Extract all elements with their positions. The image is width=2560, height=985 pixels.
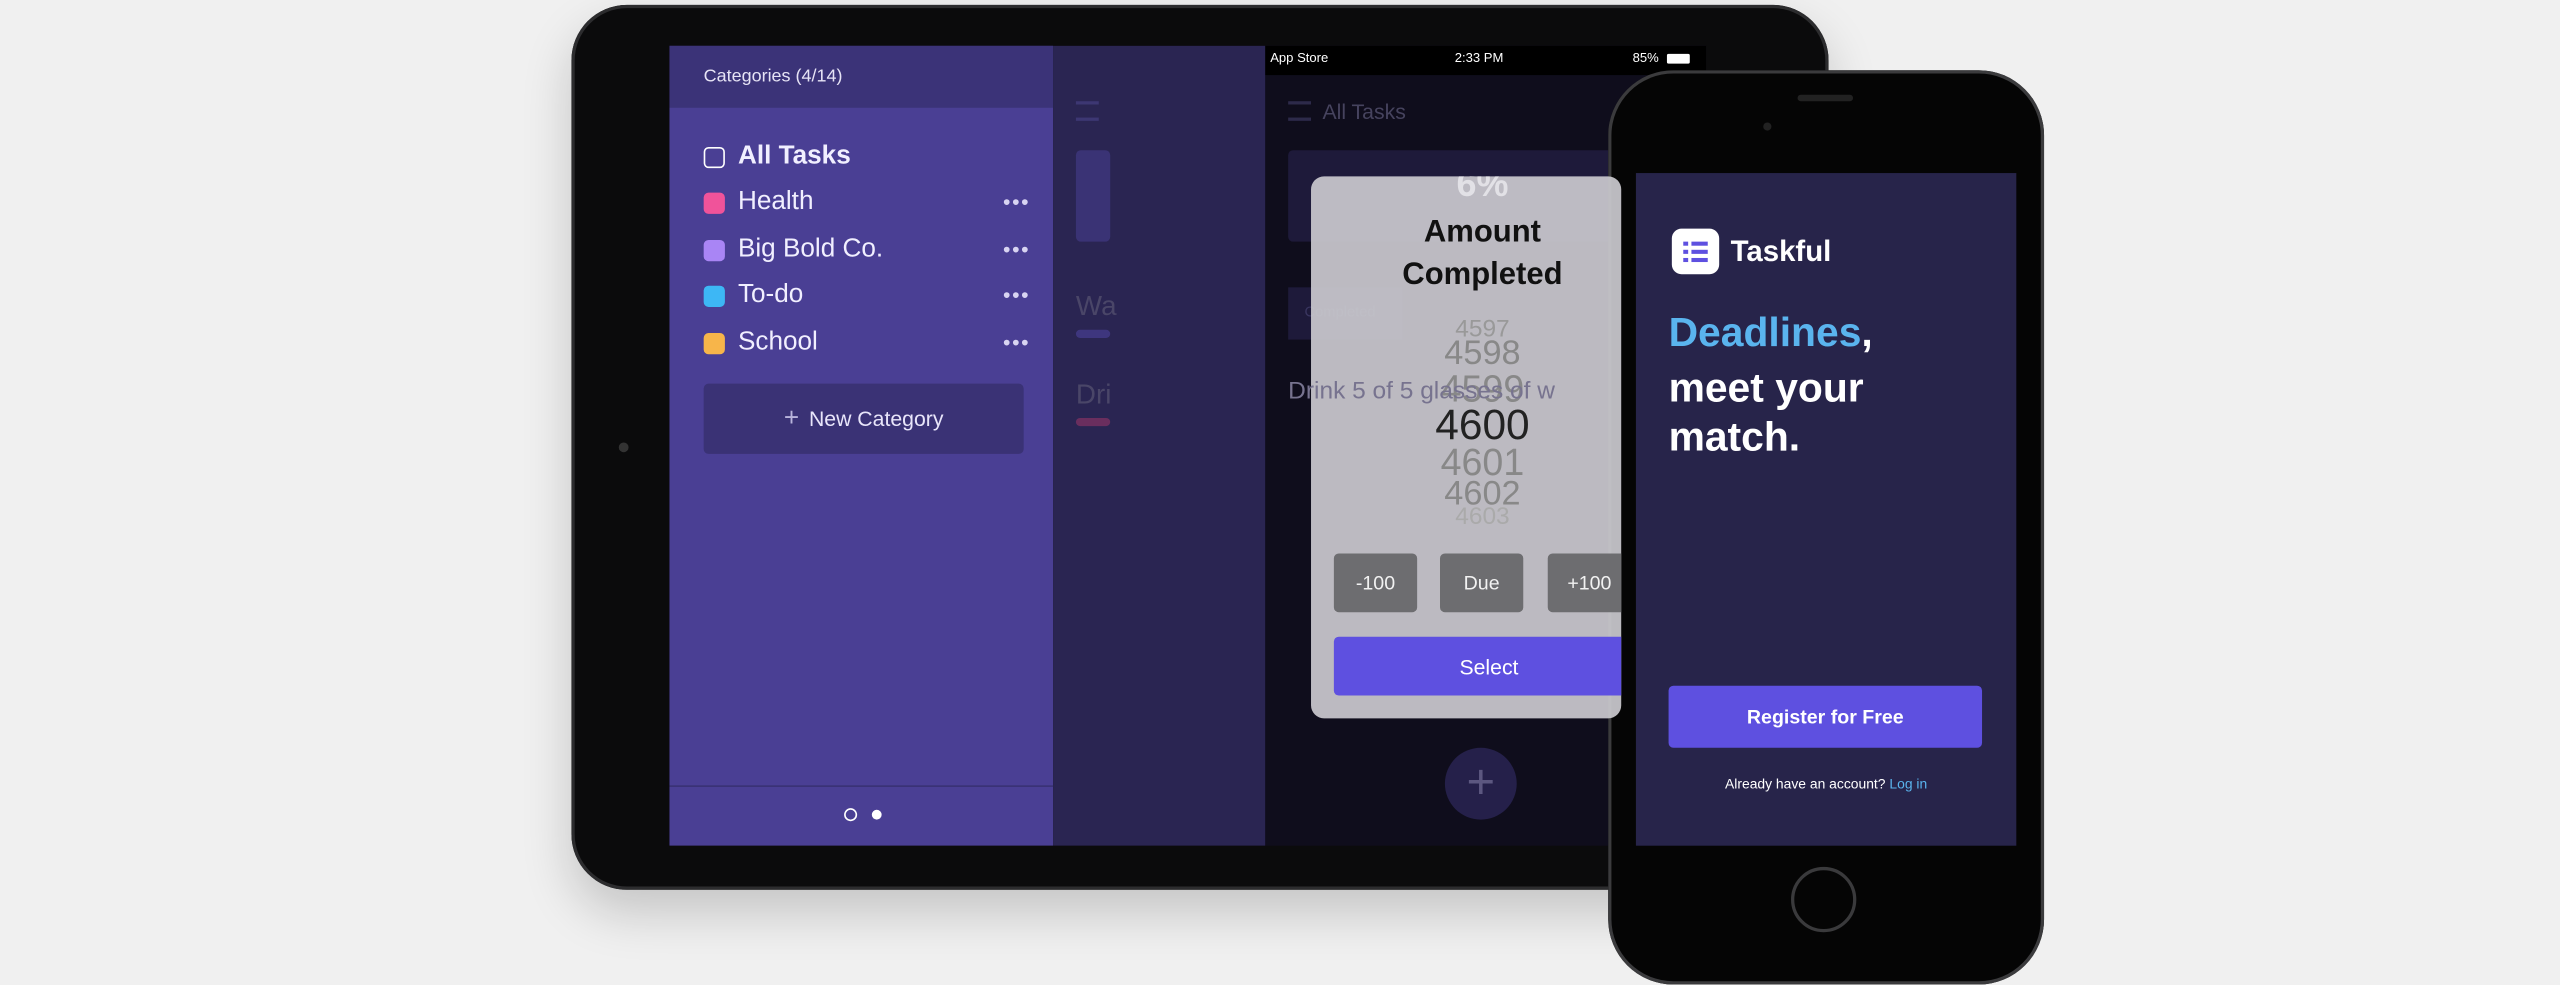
add-task-button[interactable]: + xyxy=(1444,747,1517,820)
login-link[interactable]: Log in xyxy=(1889,776,1927,792)
task-title: Dri xyxy=(1075,378,1112,410)
hamburger-icon[interactable] xyxy=(1288,101,1312,121)
headline-line-1: Deadlines, xyxy=(1668,310,1873,356)
color-swatch-icon xyxy=(703,284,725,307)
new-category-label: New Category xyxy=(808,406,944,432)
amount-completed-modal: 6% Amount Completed 4597 4598 4599 4600 4… xyxy=(1311,176,1622,719)
ipad-screen: Categories (4/14) All Tasks Health ••• B… xyxy=(669,45,1707,846)
modal-title: Amount Completed xyxy=(1402,215,1563,293)
category-label: Health xyxy=(737,187,814,216)
status-bar: App Store 2:33 PM 85% xyxy=(1265,45,1707,76)
color-swatch-icon xyxy=(703,239,725,261)
category-label: Big Bold Co. xyxy=(737,235,884,263)
phone-screen: Taskful Deadlines, meet your match. Regi… xyxy=(1635,173,2017,846)
sidebar-item-all-tasks[interactable]: All Tasks xyxy=(703,140,1031,173)
phone-speaker xyxy=(1797,94,1854,102)
percent-background: 6% xyxy=(1456,176,1509,205)
plus-icon: + xyxy=(783,404,800,432)
brand-name: Taskful xyxy=(1730,235,1832,268)
sidebar-header: Categories (4/14) xyxy=(669,45,1054,108)
task-progress-bar xyxy=(1075,417,1111,427)
battery-icon xyxy=(1666,53,1690,64)
sidebar-item-big-bold-co[interactable]: Big Bold Co. ••• xyxy=(703,233,1031,266)
home-button[interactable] xyxy=(1791,866,1857,933)
more-icon[interactable]: ••• xyxy=(1003,189,1030,213)
picker-option[interactable]: 4603 xyxy=(1311,503,1621,531)
new-category-button[interactable]: + New Category xyxy=(703,383,1024,454)
page-dot[interactable] xyxy=(871,809,882,820)
login-prompt: Already have an account? Log in xyxy=(1636,776,2016,792)
checkbox-icon xyxy=(703,146,725,168)
back-to-app[interactable]: App Store xyxy=(1270,51,1328,66)
minus-100-button[interactable]: -100 xyxy=(1333,553,1418,613)
task-progress-bar xyxy=(1075,329,1111,338)
color-swatch-icon xyxy=(703,191,725,214)
login-prompt-text: Already have an account? xyxy=(1725,775,1886,792)
all-tasks-label: All Tasks xyxy=(737,142,851,170)
sidebar-item-school[interactable]: School ••• xyxy=(703,327,1031,360)
headline-line-2: meet your xyxy=(1668,365,1864,412)
category-label: To-do xyxy=(737,280,804,309)
ipad-camera xyxy=(618,442,629,453)
plus-100-button[interactable]: +100 xyxy=(1547,553,1622,613)
color-swatch-icon xyxy=(703,332,725,354)
sidebar-divider xyxy=(669,785,1054,787)
hamburger-icon xyxy=(1075,101,1099,121)
more-icon[interactable]: ••• xyxy=(1003,237,1030,261)
select-button[interactable]: Select xyxy=(1333,636,1622,696)
page-dot-active[interactable] xyxy=(844,808,858,822)
dimmed-task-pane: Wa Dri xyxy=(1053,45,1266,846)
battery-percent: 85% xyxy=(1632,50,1659,66)
stage: Categories (4/14) All Tasks Health ••• B… xyxy=(0,0,2560,985)
taskful-logo-icon xyxy=(1671,228,1720,275)
categories-sidebar: Categories (4/14) All Tasks Health ••• B… xyxy=(669,45,1054,846)
more-icon[interactable]: ••• xyxy=(1003,330,1030,354)
progress-card xyxy=(1075,150,1111,242)
task-title: Drink 5 of 5 glasses of w xyxy=(1288,377,1555,405)
sidebar-item-health[interactable]: Health ••• xyxy=(703,186,1031,219)
category-label: School xyxy=(737,328,818,356)
status-time: 2:33 PM xyxy=(1454,50,1504,66)
header-title: All Tasks xyxy=(1322,99,1406,125)
sidebar-title: Categories (4/14) xyxy=(703,66,843,87)
sidebar-item-to-do[interactable]: To-do ••• xyxy=(703,279,1031,312)
more-icon[interactable]: ••• xyxy=(1003,282,1030,306)
phone-camera xyxy=(1763,122,1772,131)
headline-line-3: match. xyxy=(1668,414,1801,461)
task-title: Wa xyxy=(1075,290,1117,322)
register-button[interactable]: Register for Free xyxy=(1668,685,1983,748)
due-button[interactable]: Due xyxy=(1439,553,1524,613)
